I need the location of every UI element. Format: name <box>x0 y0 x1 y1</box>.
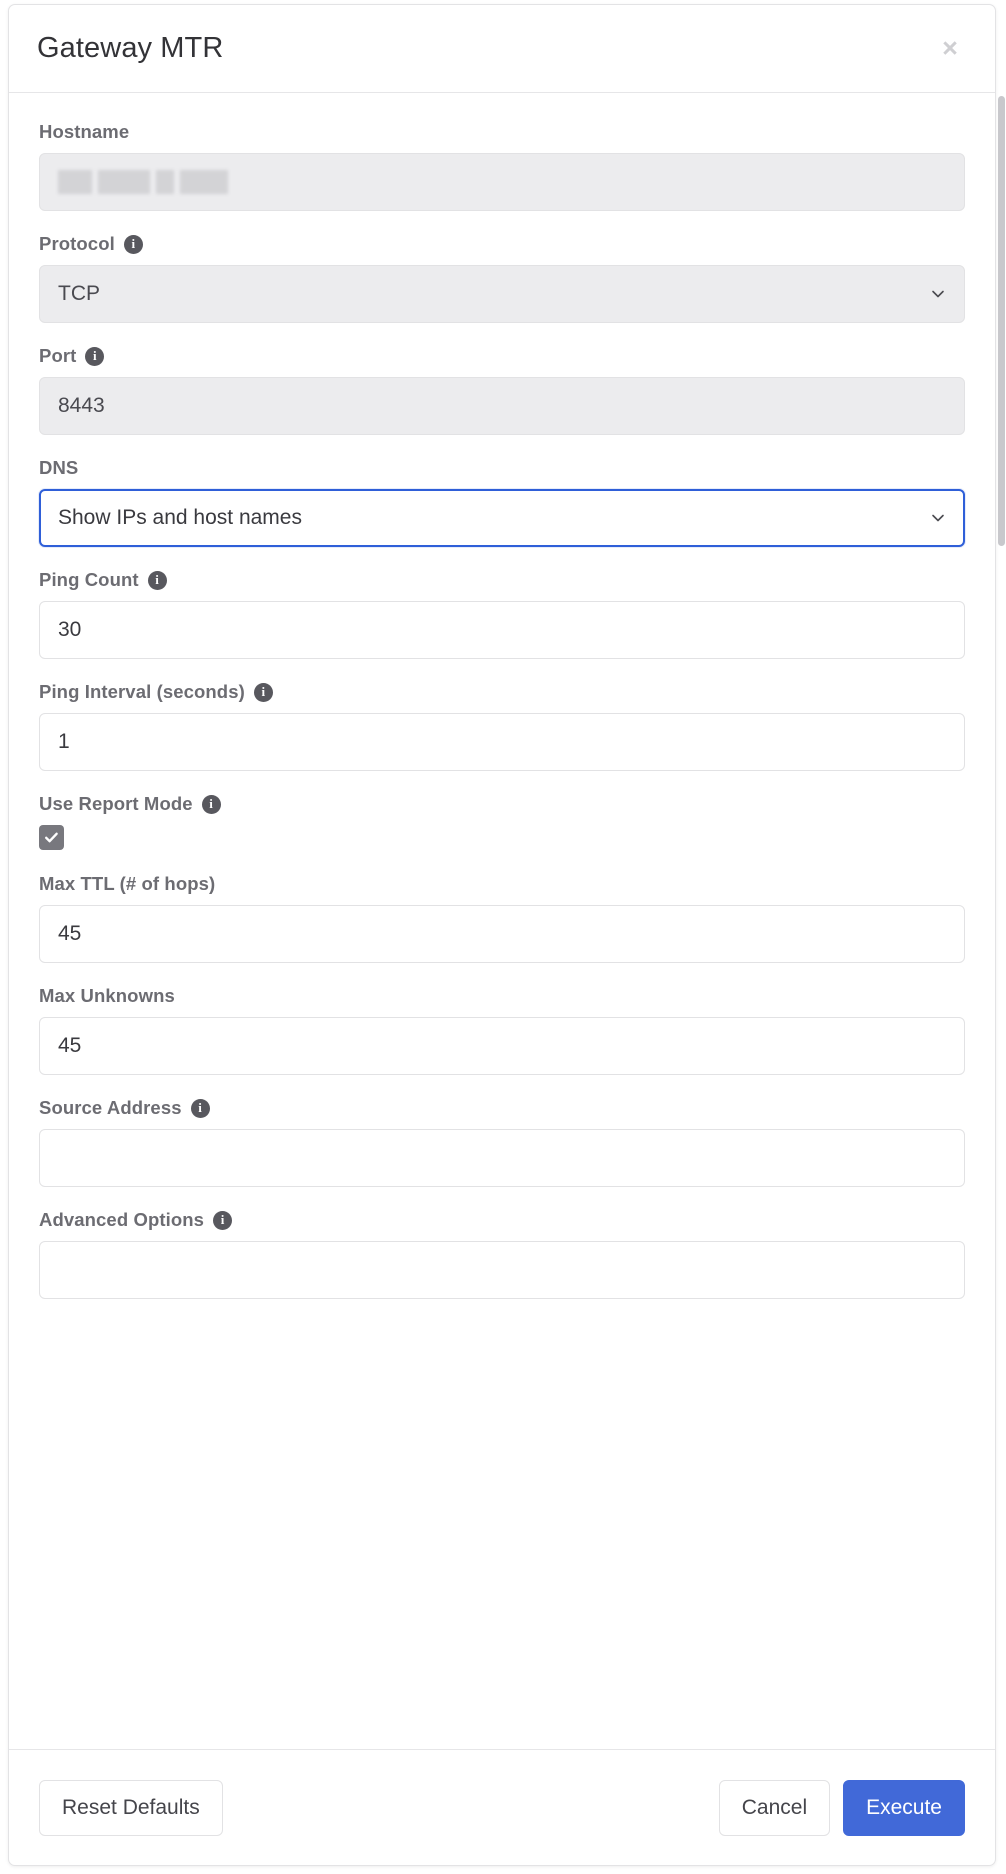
ping-count-label: Ping Count <box>39 569 139 590</box>
dialog-title: Gateway MTR <box>37 32 224 64</box>
hostname-redacted-value <box>58 170 228 194</box>
chevron-down-icon <box>930 510 946 526</box>
use-report-mode-row <box>39 825 965 851</box>
info-icon[interactable]: i <box>147 570 167 590</box>
chevron-down-icon <box>930 286 946 302</box>
field-max-unknowns: Max Unknowns 45 <box>39 985 965 1075</box>
cancel-button[interactable]: Cancel <box>718 1779 831 1836</box>
max-unknowns-input[interactable]: 45 <box>39 1017 965 1075</box>
field-max-ttl: Max TTL (# of hops) 45 <box>39 873 965 963</box>
source-address-label: Source Address <box>39 1097 182 1118</box>
dns-select[interactable]: Show IPs and host names <box>39 489 965 547</box>
info-icon[interactable]: i <box>213 1210 233 1230</box>
port-value: 8443 <box>58 394 105 417</box>
max-unknowns-value: 45 <box>58 1034 82 1057</box>
field-hostname: Hostname <box>39 121 965 211</box>
dns-label: DNS <box>39 457 79 478</box>
field-advanced-options: Advanced Options i <box>39 1209 965 1299</box>
protocol-label-row: Protocol i <box>39 233 965 255</box>
close-icon[interactable]: × <box>933 32 967 66</box>
hostname-label: Hostname <box>39 121 130 142</box>
port-label: Port <box>39 345 77 366</box>
max-ttl-label: Max TTL (# of hops) <box>39 873 216 894</box>
ping-count-value: 30 <box>58 618 82 641</box>
port-label-row: Port i <box>39 345 965 367</box>
protocol-select[interactable]: TCP <box>39 265 965 323</box>
scrollbar-thumb[interactable] <box>998 96 1005 546</box>
dialog-header: Gateway MTR × <box>9 5 995 93</box>
max-unknowns-label-row: Max Unknowns <box>39 985 965 1007</box>
field-ping-count: Ping Count i 30 <box>39 569 965 659</box>
ping-count-label-row: Ping Count i <box>39 569 965 591</box>
use-report-mode-checkbox[interactable] <box>39 825 64 850</box>
ping-interval-input[interactable]: 1 <box>39 713 965 771</box>
page-scrollbar[interactable] <box>998 96 1005 1796</box>
advanced-options-input[interactable] <box>39 1241 965 1299</box>
max-ttl-value: 45 <box>58 922 82 945</box>
use-report-mode-label: Use Report Mode <box>39 793 193 814</box>
footer-actions: Cancel Execute <box>718 1779 965 1836</box>
ping-interval-value: 1 <box>58 730 70 753</box>
info-icon[interactable]: i <box>253 682 273 702</box>
protocol-value: TCP <box>58 282 100 305</box>
max-ttl-input[interactable]: 45 <box>39 905 965 963</box>
info-icon[interactable]: i <box>190 1098 210 1118</box>
info-icon[interactable]: i <box>123 234 143 254</box>
max-ttl-label-row: Max TTL (# of hops) <box>39 873 965 895</box>
gateway-mtr-dialog: Gateway MTR × Hostname Protocol i TCP Po… <box>8 4 996 1866</box>
field-source-address: Source Address i <box>39 1097 965 1187</box>
field-use-report-mode: Use Report Mode i <box>39 793 965 851</box>
info-icon[interactable]: i <box>85 346 105 366</box>
advanced-options-label-row: Advanced Options i <box>39 1209 965 1231</box>
check-icon <box>45 832 58 843</box>
execute-button[interactable]: Execute <box>843 1779 965 1836</box>
ping-interval-label: Ping Interval (seconds) <box>39 681 245 702</box>
field-port: Port i 8443 <box>39 345 965 435</box>
field-protocol: Protocol i TCP <box>39 233 965 323</box>
protocol-label: Protocol <box>39 233 115 254</box>
use-report-mode-label-row: Use Report Mode i <box>39 793 965 815</box>
hostname-label-row: Hostname <box>39 121 965 143</box>
field-dns: DNS Show IPs and host names <box>39 457 965 547</box>
advanced-options-label: Advanced Options <box>39 1209 205 1230</box>
dns-label-row: DNS <box>39 457 965 479</box>
reset-defaults-button[interactable]: Reset Defaults <box>39 1779 223 1836</box>
port-input[interactable]: 8443 <box>39 377 965 435</box>
info-icon[interactable]: i <box>201 794 221 814</box>
source-address-label-row: Source Address i <box>39 1097 965 1119</box>
max-unknowns-label: Max Unknowns <box>39 985 175 1006</box>
dns-value: Show IPs and host names <box>58 506 302 529</box>
dialog-footer: Reset Defaults Cancel Execute <box>9 1749 995 1865</box>
ping-interval-label-row: Ping Interval (seconds) i <box>39 681 965 703</box>
ping-count-input[interactable]: 30 <box>39 601 965 659</box>
field-ping-interval: Ping Interval (seconds) i 1 <box>39 681 965 771</box>
dialog-body: Hostname Protocol i TCP Port i 8443 DNS … <box>9 93 995 1749</box>
source-address-input[interactable] <box>39 1129 965 1187</box>
hostname-input[interactable] <box>39 153 965 211</box>
